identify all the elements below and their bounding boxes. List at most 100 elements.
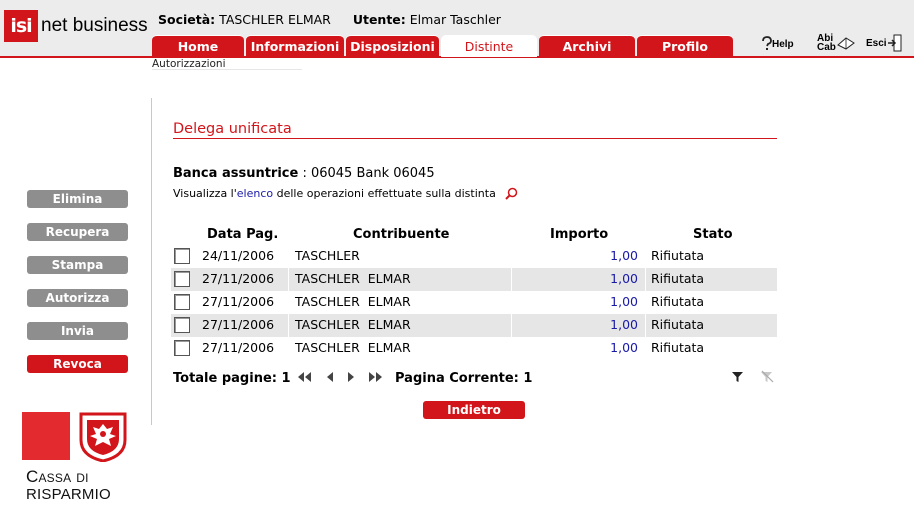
bank-colon: : xyxy=(302,166,311,181)
exit-label: Esci xyxy=(866,37,887,49)
bank-logo-line1: Cassa di xyxy=(26,467,89,486)
revoca-button[interactable]: Revoca xyxy=(27,355,128,373)
abicab-icon xyxy=(837,37,855,50)
clear-filter-icon[interactable] xyxy=(760,370,774,383)
bank-line: Banca assuntrice : 06045 Bank 06045 xyxy=(173,166,435,181)
tab-distinte[interactable]: Distinte xyxy=(441,35,537,57)
col-separator xyxy=(645,268,646,291)
table-row: 27/11/2006 TASCHLER ELMAR 1,00 Rifiutata xyxy=(171,314,777,337)
row-status: Rifiutata xyxy=(651,317,705,332)
col-separator xyxy=(511,268,512,291)
tab-informazioni[interactable]: Informazioni xyxy=(246,35,344,56)
view-suffix: delle operazioni effettuate sulla distin… xyxy=(276,187,496,200)
invia-button[interactable]: Invia xyxy=(27,322,128,340)
total-pages: Totale pagine: 1 xyxy=(173,371,291,386)
row-status: Rifiutata xyxy=(651,271,705,286)
col-separator xyxy=(645,291,646,314)
row-amount: 1,00 xyxy=(610,271,638,286)
row-checkbox[interactable] xyxy=(174,340,190,356)
stampa-button[interactable]: Stampa xyxy=(27,256,128,274)
sidebar-divider xyxy=(151,98,152,425)
elenco-link[interactable]: elenco xyxy=(237,187,273,200)
user-label: Utente: xyxy=(352,12,406,27)
elimina-button[interactable]: Elimina xyxy=(27,190,128,208)
help-label: Help xyxy=(772,38,794,50)
top-bar: isi net business Società: TASCHLER ELMAR… xyxy=(0,0,914,58)
col-separator xyxy=(288,245,289,268)
search-icon[interactable] xyxy=(505,187,518,200)
current-page: Pagina Corrente: 1 xyxy=(395,371,532,386)
col-separator xyxy=(511,245,512,268)
bank-logo-text: Cassa di Risparmio xyxy=(26,468,111,504)
row-checkbox[interactable] xyxy=(174,271,190,287)
subnav-autorizzazioni[interactable]: Autorizzazioni xyxy=(152,58,302,70)
bank-label: Banca assuntrice xyxy=(173,166,299,181)
row-checkbox[interactable] xyxy=(174,317,190,333)
session-info: Società: TASCHLER ELMAR Utente: Elmar Ta… xyxy=(158,12,501,27)
help-icon xyxy=(762,36,772,50)
row-contributor: TASCHLER xyxy=(295,248,360,263)
filter-icon[interactable] xyxy=(731,370,744,383)
bank-value: 06045 Bank 06045 xyxy=(310,166,435,181)
row-date: 27/11/2006 xyxy=(202,271,275,286)
row-date: 27/11/2006 xyxy=(202,294,275,309)
row-date: 27/11/2006 xyxy=(202,317,275,332)
bank-logo: Cassa di Risparmio xyxy=(22,412,132,512)
col-date: Data Pag. xyxy=(207,227,279,242)
brand-logo: isi net business xyxy=(4,10,148,42)
total-pages-value: 1 xyxy=(281,371,291,386)
tab-disposizioni[interactable]: Disposizioni xyxy=(346,35,439,56)
col-separator xyxy=(645,245,646,268)
row-date: 24/11/2006 xyxy=(202,248,275,263)
pagination: Totale pagine: 1 Pagina Corrente: 1 xyxy=(173,369,777,387)
row-checkbox[interactable] xyxy=(174,294,190,310)
total-pages-label: Totale pagine: xyxy=(173,371,277,386)
col-separator xyxy=(645,314,646,337)
help-button[interactable]: Help xyxy=(762,36,794,52)
row-contributor: TASCHLER ELMAR xyxy=(295,271,411,286)
col-contributor: Contribuente xyxy=(353,227,450,242)
current-page-value: 1 xyxy=(523,371,533,386)
brand-name: net business xyxy=(41,15,148,36)
abicab-line2: Cab xyxy=(817,42,836,53)
page-title: Delega unificata xyxy=(173,121,777,139)
abicab-label: Abi Cab xyxy=(817,34,836,53)
first-page-icon[interactable] xyxy=(296,371,312,383)
logo-square xyxy=(22,412,70,460)
tab-profilo[interactable]: Profilo xyxy=(637,35,733,56)
row-amount: 1,00 xyxy=(610,248,638,263)
row-contributor: TASCHLER ELMAR xyxy=(295,317,411,332)
table-row: 24/11/2006 TASCHLER 1,00 Rifiutata xyxy=(171,245,777,268)
abicab-button[interactable]: Abi Cab xyxy=(817,34,856,53)
row-status: Rifiutata xyxy=(651,340,705,355)
company-value: TASCHLER ELMAR xyxy=(219,12,331,27)
exit-button[interactable]: Esci xyxy=(866,34,903,52)
col-status: Stato xyxy=(693,227,733,242)
col-separator xyxy=(511,314,512,337)
recupera-button[interactable]: Recupera xyxy=(27,223,128,241)
autorizza-button[interactable]: Autorizza xyxy=(27,289,128,307)
prev-page-icon[interactable] xyxy=(325,371,335,383)
tab-home[interactable]: Home xyxy=(152,35,244,56)
table-row: 27/11/2006 TASCHLER ELMAR 1,00 Rifiutata xyxy=(171,268,777,291)
col-separator xyxy=(288,268,289,291)
row-amount: 1,00 xyxy=(610,317,638,332)
view-prefix: Visualizza l' xyxy=(173,187,237,200)
next-page-icon[interactable] xyxy=(346,371,356,383)
company-label: Società: xyxy=(158,12,216,27)
main-tabs: Home Informazioni Disposizioni Distinte … xyxy=(152,35,735,57)
col-amount: Importo xyxy=(550,227,609,242)
col-separator xyxy=(511,291,512,314)
last-page-icon[interactable] xyxy=(368,371,384,383)
exit-icon xyxy=(887,34,902,52)
tab-archivi[interactable]: Archivi xyxy=(539,35,635,56)
indietro-button[interactable]: Indietro xyxy=(423,401,525,419)
row-amount: 1,00 xyxy=(610,294,638,309)
row-checkbox[interactable] xyxy=(174,248,190,264)
bank-logo-line2: Risparmio xyxy=(26,486,111,503)
table-row: 27/11/2006 TASCHLER ELMAR 1,00 Rifiutata xyxy=(171,291,777,314)
row-amount: 1,00 xyxy=(610,340,638,355)
col-separator xyxy=(288,314,289,337)
table-header: Data Pag. Contribuente Importo Stato xyxy=(171,225,777,245)
row-contributor: TASCHLER ELMAR xyxy=(295,340,411,355)
